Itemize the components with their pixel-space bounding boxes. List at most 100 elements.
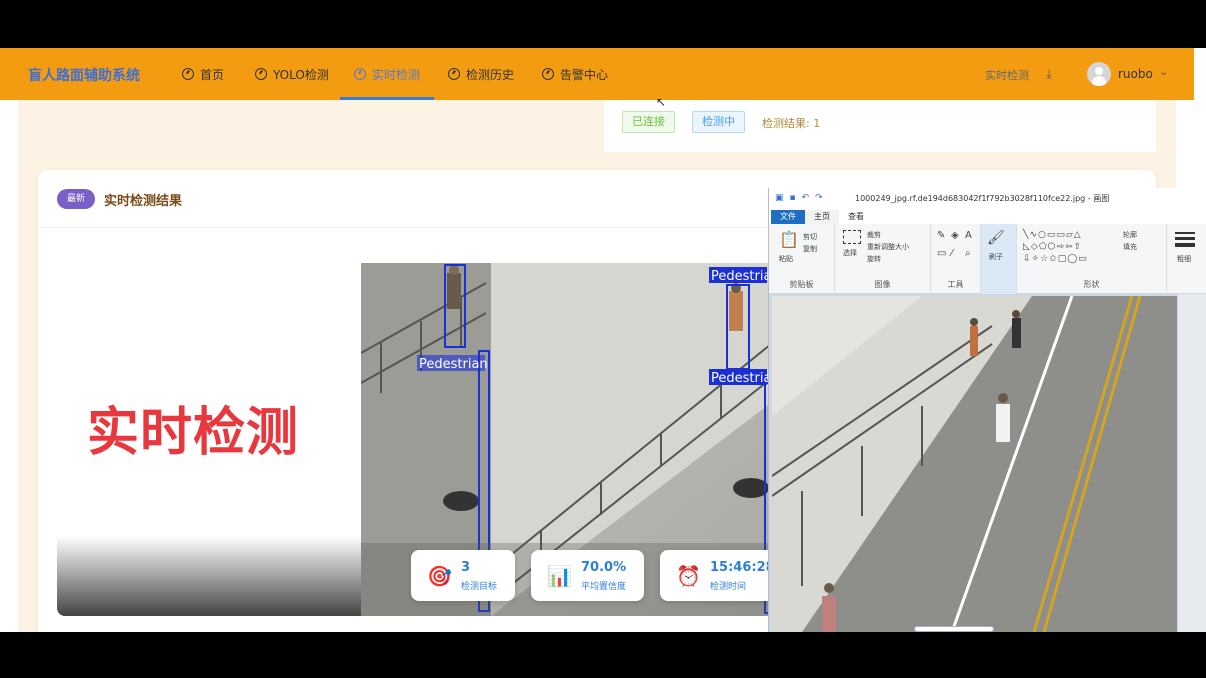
size-button: 粗细	[1177, 255, 1191, 263]
detection-result-count: 检测结果: 1	[762, 117, 821, 130]
size-line-icon	[1175, 232, 1195, 234]
paint-title-bar: 1000249_jpg.rf.de194d683042f1f792b3028f1…	[769, 188, 1206, 210]
stat-label: 检测目标	[461, 582, 498, 592]
save-icon[interactable]: ▪	[790, 193, 796, 203]
alarm-clock-icon: ⏰	[676, 564, 701, 588]
group-label: 图像	[874, 280, 891, 289]
size-line-icon	[1175, 243, 1195, 247]
copy-button[interactable]: 复制	[803, 244, 817, 254]
latest-badge: 最新	[57, 189, 95, 209]
fill-button[interactable]: 填充	[1123, 242, 1137, 252]
size-line-icon	[1175, 237, 1195, 240]
stat-value: 70.0%	[581, 560, 627, 575]
dashboard-icon	[542, 68, 554, 80]
bar-chart-icon: 📊	[547, 564, 572, 588]
tools-group: ✎ ◈ A ▭ ⁄ ⌕ 工具	[931, 224, 981, 294]
stat-label: 检测时间	[710, 582, 747, 592]
clipboard-group: 📋 粘贴 剪切 复制 剪贴板	[769, 224, 835, 294]
download-icon[interactable]: ⤓	[1042, 67, 1056, 81]
crop-button[interactable]: 裁剪	[867, 230, 881, 240]
stat-value: 3	[461, 560, 471, 575]
brand-title[interactable]: 盲人路面辅助系统	[28, 65, 140, 85]
paste-button[interactable]: 粘贴	[779, 254, 793, 264]
nav-item-yolo[interactable]: YOLO检测	[255, 48, 329, 100]
size-group[interactable]: 粗细	[1167, 224, 1206, 294]
resize-button[interactable]: 重新调整大小	[867, 242, 909, 252]
nav-item-label: 实时检测	[372, 67, 421, 82]
screen-frame: 盲人路面辅助系统 首页 YOLO检测 实时检测 检测历史 告警中心 实时检测 ⤓…	[0, 0, 1206, 678]
redo-icon[interactable]: ↷	[815, 193, 823, 203]
horizontal-scroll-thumb[interactable]	[914, 626, 994, 632]
current-page-label: 实时检测	[985, 69, 1029, 82]
nav-item-label: 检测历史	[466, 67, 515, 82]
nav-item-label: YOLO检测	[273, 67, 329, 82]
brush-icon: 🖌	[987, 230, 1005, 246]
stat-label: 平均置信度	[581, 582, 627, 592]
rotate-button[interactable]: 旋转	[867, 254, 881, 264]
top-navbar: 盲人路面辅助系统 首页 YOLO检测 实时检测 检测历史 告警中心 实时检测 ⤓…	[0, 48, 1194, 100]
shapes-gallery-icon[interactable]: ╲∿○▭▭▱△	[1023, 230, 1082, 240]
dashboard-icon	[255, 68, 267, 80]
nav-item-realtime[interactable]: 实时检测	[339, 48, 435, 100]
ribbon-tabs: 文件 主页 查看	[769, 210, 1206, 224]
shapes-gallery-icon[interactable]: ◺◇⬠⬡⇨⇦⇧	[1023, 242, 1082, 252]
group-label: 剪贴板	[789, 280, 814, 289]
dashboard-icon	[448, 68, 460, 80]
viewer-gradient	[57, 536, 361, 616]
paint-app-icon[interactable]: ▣	[775, 193, 784, 203]
nav-item-home[interactable]: 首页	[182, 48, 224, 100]
text-icon[interactable]: A	[965, 230, 972, 241]
group-label: 工具	[947, 280, 964, 289]
nav-item-alerts[interactable]: 告警中心	[542, 48, 608, 100]
status-card	[604, 100, 1156, 152]
stat-value: 15:46:28	[710, 560, 775, 575]
viewer-label-panel: 实时检测	[57, 263, 361, 616]
quick-access-toolbar: ▣ ▪ ↶ ↷	[775, 193, 823, 203]
tab-home[interactable]: 主页	[805, 210, 839, 224]
connection-status-tag: 已连接	[622, 111, 675, 133]
shapes-group: ╲∿○▭▭▱△ ◺◇⬠⬡⇨⇦⇧ ⇩✧☆✩▢◯▭ 轮廓 填充 形状	[1017, 224, 1167, 294]
shapes-gallery-icon[interactable]: ⇩✧☆✩▢◯▭	[1023, 254, 1088, 264]
realtime-overlay-label: 实时检测	[87, 403, 300, 463]
color-picker-icon[interactable]: ⁄	[951, 248, 953, 259]
paint-canvas-image[interactable]	[772, 296, 1177, 632]
ribbon: 📋 粘贴 剪切 复制 剪贴板 选择 裁剪 重新调整大小 旋转 图像 ✎ ◈ A …	[769, 224, 1206, 294]
chevron-down-icon[interactable]: ⌄	[1159, 65, 1168, 78]
brushes-group[interactable]: 🖌 刷子	[981, 224, 1017, 294]
username[interactable]: ruobo	[1118, 67, 1153, 81]
eraser-icon[interactable]: ▭	[937, 248, 946, 259]
nav-item-label: 告警中心	[560, 67, 609, 82]
pencil-icon[interactable]: ✎	[937, 230, 945, 241]
group-label: 形状	[1083, 280, 1100, 289]
magnifier-icon[interactable]: ⌕	[965, 248, 971, 259]
mouse-cursor-icon: ↖	[656, 95, 667, 109]
card-title: 实时检测结果	[104, 194, 183, 209]
outline-button[interactable]: 轮廓	[1123, 230, 1137, 240]
clipboard-icon[interactable]: 📋	[779, 230, 799, 249]
browser-viewport: 盲人路面辅助系统 首页 YOLO检测 实时检测 检测历史 告警中心 实时检测 ⤓…	[0, 48, 1206, 632]
cut-button[interactable]: 剪切	[803, 232, 817, 242]
detecting-status-tag: 检测中	[692, 111, 745, 133]
stat-time: ⏰ 15:46:28 检测时间	[660, 550, 780, 601]
target-icon: 🎯	[427, 564, 452, 588]
image-group: 选择 裁剪 重新调整大小 旋转 图像	[835, 224, 931, 294]
detection-label: Pedestrian	[419, 357, 488, 372]
fill-icon[interactable]: ◈	[951, 230, 959, 241]
vertical-scrollbar[interactable]	[1178, 294, 1206, 632]
select-button[interactable]: 选择	[843, 248, 857, 258]
nav-item-label: 首页	[200, 67, 225, 82]
stat-targets: 🎯 3 检测目标	[411, 550, 515, 601]
dashboard-icon	[354, 68, 366, 80]
nav-item-history[interactable]: 检测历史	[448, 48, 514, 100]
brushes-button: 刷子	[989, 253, 1003, 261]
paint-window: 1000249_jpg.rf.de194d683042f1f792b3028f1…	[768, 188, 1206, 632]
paint-window-title: 1000249_jpg.rf.de194d683042f1f792b3028f1…	[855, 194, 1110, 203]
tab-file[interactable]: 文件	[771, 210, 805, 224]
tab-view[interactable]: 查看	[839, 210, 873, 224]
select-icon[interactable]	[843, 230, 861, 244]
dashboard-icon	[182, 68, 194, 80]
paint-canvas-area[interactable]	[769, 294, 1206, 632]
undo-icon[interactable]: ↶	[802, 193, 810, 203]
avatar[interactable]	[1087, 62, 1111, 86]
stat-confidence: 📊 70.0% 平均置信度	[531, 550, 644, 601]
